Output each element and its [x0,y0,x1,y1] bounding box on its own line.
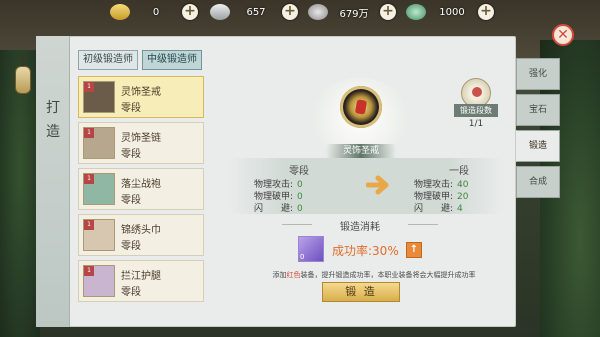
resource-copper: 679万 + [308,2,396,22]
gold-ingot-icon [110,4,130,20]
success-rate: 成功率:30% [332,244,399,258]
resource-value: 657 [246,6,266,18]
item-name: 拦江护腿 [121,271,161,282]
list-item[interactable]: 1 拦江护腿 零段 [78,260,204,302]
stat-row: 闪 避: 4 [414,203,504,215]
stat-row: 物理破甲: 0 [254,191,344,203]
hint-text: 添加红色装备，提升锻造成功率，本职业装备将会大幅提升成功率 [254,270,494,280]
tab-enhance[interactable]: 强化 [516,58,560,90]
hint-red: 红色 [286,271,301,279]
resource-value: 679万 [339,8,369,20]
stat-value: 40 [457,180,469,190]
item-level: 零段 [121,241,141,252]
side-title-bar: 打造 [36,36,70,327]
stat-label: 闪 避: [414,204,454,214]
list-item[interactable]: 1 灵饰圣链 零段 [78,122,204,164]
resource-value: 0 [152,6,160,18]
item-badge: 1 [84,220,94,230]
item-badge: 1 [84,266,94,276]
item-name: 落尘战袍 [121,179,161,190]
material-slot[interactable]: 0 [298,236,324,262]
item-level: 零段 [121,287,141,298]
stat-label: 闪 避: [254,204,294,214]
close-button[interactable]: ✕ [552,24,574,46]
cost-title: 锻造消耗 [282,218,438,233]
stat-value: 4 [457,204,463,214]
resource-bar: 0 + 657 + 679万 + 1000 + [110,0,600,24]
material-count: 0 [300,253,305,261]
stat-label: 物理攻击: [254,180,294,190]
lantern-icon [12,54,34,114]
stats-compare: 零段 物理攻击: 0 物理破甲: 0 闪 避: 0 一段 物理攻击: 40 物理破甲: 2… [228,158,504,214]
add-gold-button[interactable]: + [182,4,198,20]
hint-prefix: 添加 [272,271,287,279]
item-name: 灵饰圣戒 [121,87,161,98]
stat-label: 物理攻击: [414,180,454,190]
leggings-icon: 1 [83,265,115,297]
arrow-right-icon [366,175,389,195]
selected-item-name: 灵饰圣戒 [326,144,396,158]
stat-value: 0 [297,192,303,202]
forge-detail: 灵饰圣戒 锻造段数 1/1 零段 物理攻击: 0 物理破甲: 0 闪 避: 0 一段 … [210,76,510,306]
robe-icon: 1 [83,173,115,205]
item-level: 零段 [121,195,141,206]
add-copper-button[interactable]: + [380,4,396,20]
stat-row: 物理破甲: 20 [414,191,504,203]
stats-next-title: 一段 [449,166,469,177]
stat-label: 物理破甲: [414,192,454,202]
item-list[interactable]: 1 灵饰圣戒 零段 1 灵饰圣链 零段 1 落尘战袍 零段 1 锦绣头巾 零段 … [78,76,204,304]
stat-value: 0 [297,180,303,190]
forge-level-count: 1/1 [468,119,484,129]
add-silver-button[interactable]: + [282,4,298,20]
stat-label: 物理破甲: [254,192,294,202]
necklace-icon: 1 [83,127,115,159]
silver-ingot-icon [210,4,230,20]
right-tabs: 强化 宝石 锻造 合成 [516,58,560,202]
resource-silver: 657 + [210,2,298,22]
tab-junior-smith[interactable]: 初级锻造师 [78,50,138,70]
resource-gold: 0 + [110,2,198,22]
side-title: 打造 [46,100,60,140]
tab-gem[interactable]: 宝石 [516,94,560,126]
item-badge: 1 [84,174,94,184]
add-jade-button[interactable]: + [478,4,494,20]
boost-rate-button[interactable]: ↑ [406,242,422,258]
forge-button[interactable]: 锻 造 [322,282,400,302]
stats-next: 一段 物理攻击: 40 物理破甲: 20 闪 避: 4 [414,162,504,215]
list-item[interactable]: 1 锦绣头巾 零段 [78,214,204,256]
item-name: 灵饰圣链 [121,133,161,144]
headband-icon: 1 [83,219,115,251]
list-item[interactable]: 1 落尘战袍 零段 [78,168,204,210]
item-name: 锦绣头巾 [121,225,161,236]
forge-level-label: 锻造段数 [454,104,498,117]
stat-value: 0 [297,204,303,214]
ring-icon: 1 [83,81,115,113]
item-badge: 1 [84,82,94,92]
hint-suffix: 装备，提升锻造成功率，本职业装备将会大幅提升成功率 [300,271,476,279]
tier-tabs: 初级锻造师 中级锻造师 [78,50,202,70]
tab-combine[interactable]: 合成 [516,166,560,198]
copper-coin-icon [308,4,328,20]
stat-value: 20 [457,192,469,202]
item-level: 零段 [121,103,141,114]
stat-row: 物理攻击: 0 [254,179,344,191]
list-item[interactable]: 1 灵饰圣戒 零段 [78,76,204,118]
selected-ring-icon [340,86,382,128]
resource-value: 1000 [439,6,465,18]
stat-row: 闪 避: 0 [254,203,344,215]
stats-current: 零段 物理攻击: 0 物理破甲: 0 闪 避: 0 [254,162,344,215]
tab-intermediate-smith[interactable]: 中级锻造师 [142,50,202,70]
item-badge: 1 [84,128,94,138]
stats-current-title: 零段 [289,166,309,177]
forge-level[interactable]: 锻造段数 1/1 [454,78,498,129]
item-level: 零段 [121,149,141,160]
tab-forge[interactable]: 锻造 [516,130,560,162]
jade-coin-icon [406,4,426,20]
stat-row: 物理攻击: 40 [414,179,504,191]
resource-jade: 1000 + [406,2,494,22]
